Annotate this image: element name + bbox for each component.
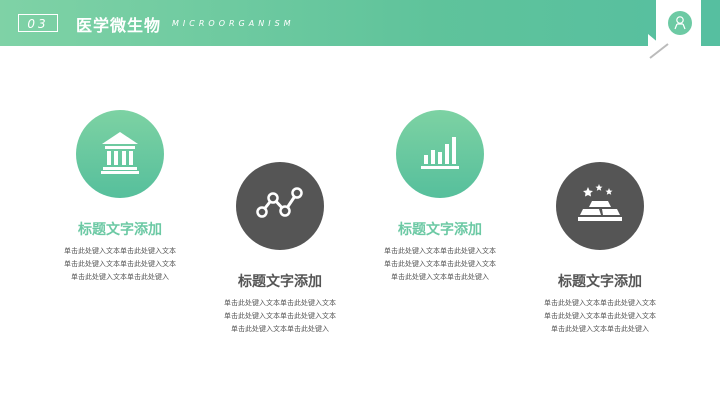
hospital-logo-icon [668, 11, 692, 35]
line-chart-icon [236, 162, 324, 250]
item-text-line: 单击此处键入文本单击此处键入 [231, 325, 329, 333]
item-text-line: 单击此处键入文本单击此处键入文本 [64, 247, 176, 255]
building-icon [76, 110, 164, 198]
item-text-line: 单击此处键入文本单击此处键入文本 [384, 247, 496, 255]
item-text-line: 单击此处键入文本单击此处键入 [391, 273, 489, 281]
item-text-line: 单击此处键入文本单击此处键入文本 [224, 299, 336, 307]
page-subtitle: MICROORGANISM [172, 19, 295, 28]
page-fold-decoration [648, 34, 669, 59]
item-text-line: 单击此处键入文本单击此处键入文本 [64, 260, 176, 268]
item-text-line: 单击此处键入文本单击此处键入文本 [544, 299, 656, 307]
section-number: 03 [18, 14, 58, 32]
item-body: 单击此处键入文本单击此处键入文本 单击此处键入文本单击此处键入文本 单击此处键入… [50, 245, 190, 284]
page-title: 医学微生物 [76, 16, 162, 35]
item-body: 单击此处键入文本单击此处键入文本 单击此处键入文本单击此处键入文本 单击此处键入… [530, 297, 670, 336]
bar-chart-icon [396, 110, 484, 198]
item-title: 标题文字添加 [78, 222, 162, 238]
item-title: 标题文字添加 [398, 222, 482, 238]
item-text-line: 单击此处键入文本单击此处键入 [71, 273, 169, 281]
header-bar: 03 医学微生物 MICROORGANISM [0, 0, 720, 46]
gold-bars-icon [556, 162, 644, 250]
item-body: 单击此处键入文本单击此处键入文本 单击此处键入文本单击此处键入文本 单击此处键入… [210, 297, 350, 336]
item-title: 标题文字添加 [238, 274, 322, 290]
item-text-line: 单击此处键入文本单击此处键入文本 [224, 312, 336, 320]
item-title: 标题文字添加 [558, 274, 642, 290]
item-text-line: 单击此处键入文本单击此处键入文本 [384, 260, 496, 268]
item-text-line: 单击此处键入文本单击此处键入 [551, 325, 649, 333]
item-body: 单击此处键入文本单击此处键入文本 单击此处键入文本单击此处键入文本 单击此处键入… [370, 245, 510, 284]
item-text-line: 单击此处键入文本单击此处键入文本 [544, 312, 656, 320]
